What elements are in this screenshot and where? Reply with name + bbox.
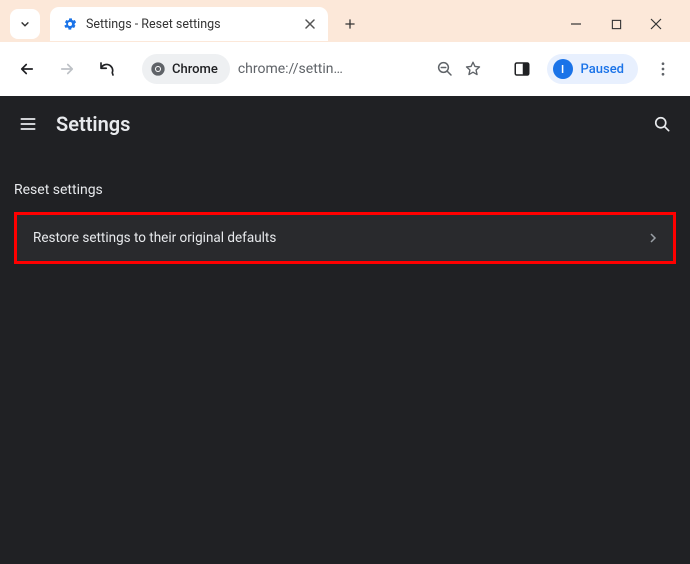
chevron-down-icon xyxy=(18,17,32,31)
minimize-button[interactable] xyxy=(568,16,584,32)
chevron-right-icon xyxy=(649,233,657,243)
close-icon xyxy=(650,18,662,30)
side-panel-button[interactable] xyxy=(505,52,539,86)
maximize-icon xyxy=(611,19,622,30)
arrow-left-icon xyxy=(18,60,36,78)
forward-button[interactable] xyxy=(50,52,84,86)
plus-icon xyxy=(343,17,357,31)
page-title: Settings xyxy=(56,112,130,136)
maximize-button[interactable] xyxy=(608,16,624,32)
reset-section: Reset settings Restore settings to their… xyxy=(0,152,690,264)
reload-icon xyxy=(98,60,116,78)
minimize-icon xyxy=(570,18,582,30)
tab-search-button[interactable] xyxy=(10,9,40,39)
tab-title: Settings - Reset settings xyxy=(86,17,294,32)
toolbar: Chrome chrome://settin… I Paused xyxy=(0,42,690,96)
browser-tab[interactable]: Settings - Reset settings xyxy=(50,7,328,41)
url-text: chrome://settin… xyxy=(238,61,431,77)
window-controls xyxy=(568,16,682,32)
settings-page: Settings Reset settings Restore settings… xyxy=(0,96,690,564)
hamburger-icon xyxy=(18,114,38,134)
close-window-button[interactable] xyxy=(648,16,664,32)
toolbar-right: I Paused xyxy=(505,52,680,86)
section-title: Reset settings xyxy=(14,182,676,198)
restore-defaults-label: Restore settings to their original defau… xyxy=(33,230,649,246)
zoom-out-icon xyxy=(436,60,454,78)
profile-status: Paused xyxy=(581,62,624,77)
site-chip[interactable]: Chrome xyxy=(142,54,230,84)
menu-button[interactable] xyxy=(14,110,42,138)
site-chip-label: Chrome xyxy=(172,62,218,77)
new-tab-button[interactable] xyxy=(336,10,364,38)
profile-chip[interactable]: I Paused xyxy=(547,54,638,84)
arrow-right-icon xyxy=(58,60,76,78)
zoom-button[interactable] xyxy=(431,55,459,83)
chrome-logo-icon xyxy=(150,61,166,77)
search-settings-button[interactable] xyxy=(648,110,676,138)
settings-header: Settings xyxy=(0,96,690,152)
profile-avatar: I xyxy=(553,59,573,79)
restore-defaults-row[interactable]: Restore settings to their original defau… xyxy=(14,212,676,264)
side-panel-icon xyxy=(513,60,531,78)
more-vertical-icon xyxy=(654,60,672,78)
search-icon xyxy=(652,114,672,134)
omnibox[interactable]: Chrome chrome://settin… xyxy=(138,52,493,86)
more-menu-button[interactable] xyxy=(646,52,680,86)
back-button[interactable] xyxy=(10,52,44,86)
gear-icon xyxy=(62,16,78,32)
tab-close-button[interactable] xyxy=(302,16,318,32)
star-icon xyxy=(464,60,482,78)
reload-button[interactable] xyxy=(90,52,124,86)
bookmark-button[interactable] xyxy=(459,55,487,83)
close-icon xyxy=(305,19,315,29)
titlebar: Settings - Reset settings xyxy=(0,0,690,42)
